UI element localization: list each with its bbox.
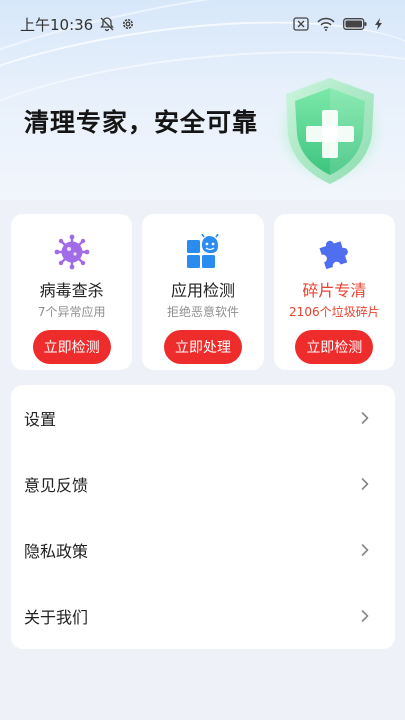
chevron-right-icon	[361, 610, 369, 622]
settings-menu: 设置 意见反馈 隐私政策 关于我们	[11, 385, 395, 649]
feature-cards: 病毒查杀 7个异常应用 立即检测 应用检测 拒绝恶意软件 立即处理 碎片专清 2…	[11, 214, 395, 370]
card-subtitle: 7个异常应用	[37, 305, 106, 319]
chevron-right-icon	[361, 544, 369, 556]
hero-banner: 上午10:36 清理专家，安全可靠	[0, 0, 405, 200]
app-check-card[interactable]: 应用检测 拒绝恶意软件 立即处理	[142, 214, 264, 370]
wifi-icon	[317, 17, 335, 31]
puzzle-icon	[314, 232, 354, 272]
virus-scan-button[interactable]: 立即检测	[32, 330, 111, 364]
charging-icon	[375, 18, 383, 30]
sim-blocked-icon	[293, 17, 309, 31]
battery-icon	[343, 18, 367, 30]
hero-title: 清理专家，安全可靠	[24, 108, 259, 137]
status-bar: 上午10:36	[0, 0, 405, 48]
menu-item-label: 意见反馈	[24, 476, 89, 495]
mute-bell-icon	[99, 16, 115, 32]
card-subtitle: 2106个垃圾碎片	[289, 305, 380, 319]
shield-plus-icon	[270, 70, 390, 190]
status-time: 上午10:36	[20, 15, 94, 34]
app-check-button[interactable]: 立即处理	[163, 330, 242, 364]
menu-item-label: 关于我们	[24, 608, 89, 627]
virus-scan-card[interactable]: 病毒查杀 7个异常应用 立即检测	[11, 214, 133, 370]
menu-item-about-us[interactable]: 关于我们	[11, 583, 395, 649]
chevron-right-icon	[361, 412, 369, 424]
card-title: 应用检测	[170, 281, 235, 300]
chevron-right-icon	[361, 478, 369, 490]
junk-clean-card[interactable]: 碎片专清 2106个垃圾碎片 立即检测	[273, 214, 395, 370]
menu-item-label: 隐私政策	[24, 542, 89, 561]
junk-clean-button[interactable]: 立即检测	[295, 330, 374, 364]
card-title: 碎片专清	[302, 281, 367, 300]
virus-icon	[52, 232, 92, 272]
settings-gear-icon	[121, 17, 135, 31]
card-title: 病毒查杀	[39, 281, 104, 300]
menu-item-feedback[interactable]: 意见反馈	[11, 451, 395, 517]
card-subtitle: 拒绝恶意软件	[166, 305, 239, 319]
menu-item-settings[interactable]: 设置	[11, 385, 395, 451]
app-grid-icon	[183, 232, 223, 272]
menu-item-label: 设置	[24, 410, 57, 429]
menu-item-privacy-policy[interactable]: 隐私政策	[11, 517, 395, 583]
